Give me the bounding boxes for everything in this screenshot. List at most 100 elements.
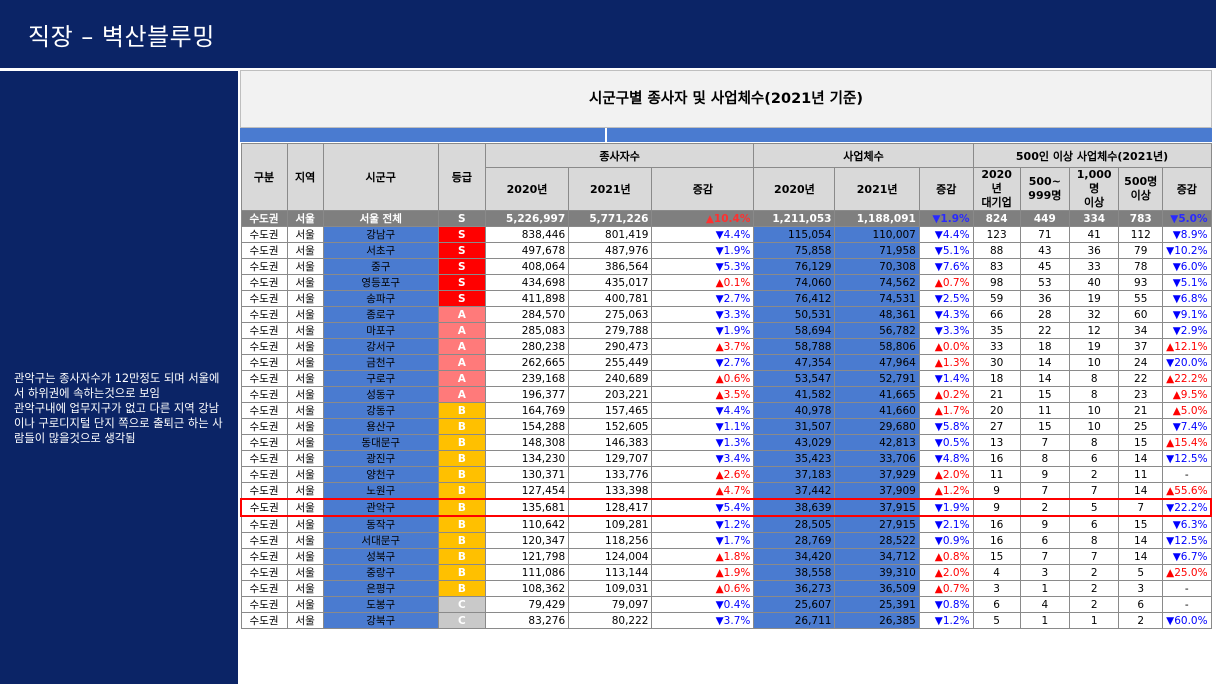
cell-500-999: 28	[1019, 306, 1071, 323]
table-area: 시군구별 종사자 및 사업체수(2021년 기준) 구분 지역 시군구 등급 종…	[239, 70, 1216, 684]
cell-gubun: 수도권	[240, 466, 288, 483]
cell-big-2020: 16	[972, 515, 1021, 533]
cell-500-999: 7	[1019, 548, 1071, 565]
cell-500-plus: 25	[1118, 418, 1164, 435]
cell-workers-2021: 118,256	[568, 532, 653, 549]
cell-500-999: 53	[1019, 274, 1071, 291]
header-biz-change: 증감	[918, 167, 974, 211]
cell-big-2020: 4	[972, 564, 1021, 581]
cell-500-plus: 15	[1118, 434, 1164, 451]
cell-big-change: ▼2.9%	[1162, 322, 1212, 339]
cell-region: 서울	[286, 596, 324, 613]
cell-workers-change: ▼1.1%	[651, 418, 755, 435]
cell-workers-change: ▼3.3%	[651, 306, 755, 323]
table-row: 수도권 서울 용산구 B 154,288 152,605 ▼1.1% 31,507 29,680…	[240, 418, 1212, 435]
cell-1000-plus: 10	[1068, 418, 1120, 435]
cell-gubun: 수도권	[240, 450, 288, 467]
cell-sigungu: 도봉구	[322, 596, 439, 613]
cell-500-999: 15	[1019, 386, 1071, 403]
cell-biz-change: ▲1.2%	[918, 482, 974, 500]
cell-500-plus: 79	[1118, 242, 1164, 259]
cell-workers-2021: 801,419	[568, 226, 653, 243]
cell-500-plus: 5	[1118, 564, 1164, 581]
cell-biz-2020: 28,505	[753, 515, 836, 533]
cell-workers-change: ▲4.7%	[651, 482, 755, 500]
cell-workers-2021: 290,473	[568, 338, 653, 355]
cell-biz-change: ▲0.2%	[918, 386, 974, 403]
cell-biz-change: ▲0.7%	[918, 274, 974, 291]
cell-region: 서울	[286, 532, 324, 549]
cell-workers-2020: 135,681	[484, 498, 570, 517]
cell-500-plus: 21	[1118, 402, 1164, 419]
cell-grade: B	[437, 434, 486, 451]
cell-1000-plus: 19	[1068, 290, 1120, 307]
cell-region: 서울	[286, 482, 324, 500]
cell-1000-plus: 32	[1068, 306, 1120, 323]
header-workers-2021: 2021년	[568, 167, 653, 211]
table-row: 수도권 서울 광진구 B 134,230 129,707 ▼3.4% 35,423 33,706…	[240, 450, 1212, 467]
cell-biz-change: ▼2.5%	[918, 290, 974, 307]
header-1000-plus: 1,000명 이상	[1068, 167, 1120, 211]
cell-sigungu: 구로구	[322, 370, 439, 387]
cell-workers-change: ▼2.7%	[651, 290, 755, 307]
cell-biz-2021: 41,660	[834, 402, 920, 419]
cell-region: 서울	[286, 322, 324, 339]
cell-500-999: 4	[1019, 596, 1071, 613]
cell-workers-2021: 129,707	[568, 450, 653, 467]
cell-workers-change: ▼3.4%	[651, 450, 755, 467]
cell-big-change: ▼20.0%	[1162, 354, 1212, 371]
title-underline-bar	[240, 128, 605, 142]
cell-big-change: ▲9.5%	[1162, 386, 1212, 403]
cell-500-plus: 55	[1118, 290, 1164, 307]
cell-biz-change: ▼1.2%	[918, 612, 974, 629]
cell-big-2020: 9	[972, 498, 1021, 517]
cell-region: 서울	[286, 258, 324, 275]
cell-big-change: ▲15.4%	[1162, 434, 1212, 451]
table-row: 수도권 서울 성북구 B 121,798 124,004 ▲1.8% 34,420 34,712…	[240, 548, 1212, 565]
cell-grade: B	[437, 548, 486, 565]
cell-500-plus: 24	[1118, 354, 1164, 371]
cell-500-plus: 783	[1118, 210, 1164, 227]
table-row: 수도권 서울 구로구 A 239,168 240,689 ▲0.6% 53,547 52,791…	[240, 370, 1212, 387]
cell-workers-2020: 83,276	[484, 612, 570, 629]
cell-biz-2021: 56,782	[834, 322, 920, 339]
cell-1000-plus: 12	[1068, 322, 1120, 339]
header-biz: 사업체수	[753, 143, 974, 168]
cell-gubun: 수도권	[240, 402, 288, 419]
cell-sigungu: 강북구	[322, 612, 439, 629]
cell-500-plus: 78	[1118, 258, 1164, 275]
cell-sigungu: 마포구	[322, 322, 439, 339]
cell-gubun: 수도권	[240, 482, 288, 500]
cell-biz-2020: 26,711	[753, 612, 836, 629]
cell-region: 서울	[286, 466, 324, 483]
cell-500-999: 14	[1019, 370, 1071, 387]
cell-500-999: 2	[1019, 498, 1071, 517]
cell-500-999: 3	[1019, 564, 1071, 581]
table-row: 수도권 서울 서대문구 B 120,347 118,256 ▼1.7% 28,769 28,52…	[240, 532, 1212, 549]
cell-grade: B	[437, 418, 486, 435]
cell-workers-change: ▲3.5%	[651, 386, 755, 403]
cell-workers-change: ▼3.7%	[651, 612, 755, 629]
cell-grade: B	[437, 515, 486, 533]
cell-500-plus: 3	[1118, 580, 1164, 597]
cell-gubun: 수도권	[240, 354, 288, 371]
cell-grade: S	[437, 226, 486, 243]
cell-big-2020: 11	[972, 466, 1021, 483]
cell-500-999: 449	[1019, 210, 1071, 227]
cell-workers-change: ▼1.7%	[651, 532, 755, 549]
cell-biz-2021: 28,522	[834, 532, 920, 549]
cell-workers-2020: 134,230	[484, 450, 570, 467]
cell-biz-change: ▲2.0%	[918, 564, 974, 581]
cell-biz-change: ▼1.9%	[918, 210, 974, 227]
cell-big-2020: 123	[972, 226, 1021, 243]
cell-workers-change: ▼0.4%	[651, 596, 755, 613]
cell-workers-2021: 400,781	[568, 290, 653, 307]
cell-biz-change: ▲0.7%	[918, 580, 974, 597]
cell-big-2020: 16	[972, 450, 1021, 467]
cell-sigungu: 서울 전체	[322, 210, 439, 227]
cell-500-999: 18	[1019, 338, 1071, 355]
cell-biz-2021: 110,007	[834, 226, 920, 243]
cell-workers-2021: 435,017	[568, 274, 653, 291]
cell-500-plus: 7	[1118, 498, 1164, 517]
cell-biz-2021: 42,813	[834, 434, 920, 451]
